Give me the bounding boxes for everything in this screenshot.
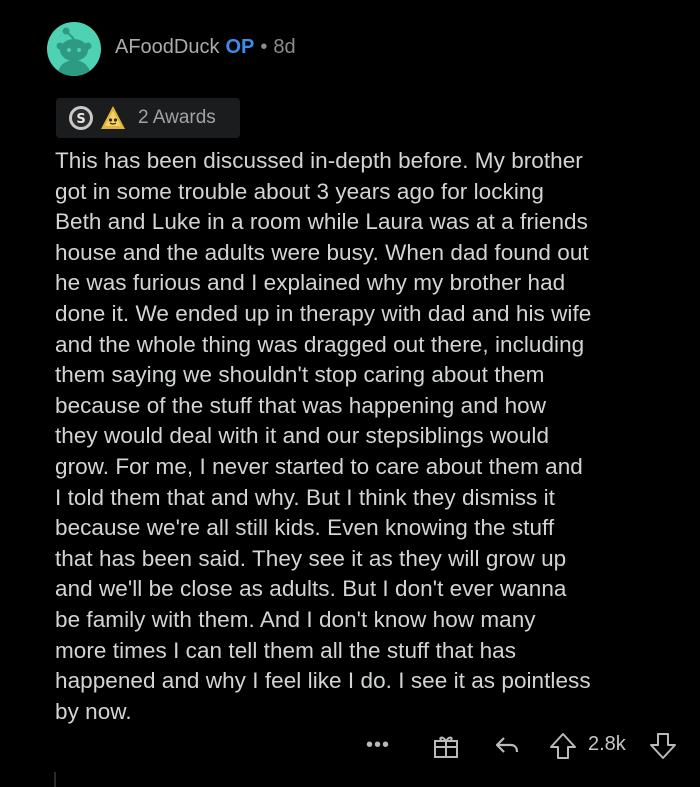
more-options-button[interactable]: •••: [366, 734, 390, 757]
awards-bar[interactable]: S 2 Awards: [56, 98, 240, 138]
awards-count: 2 Awards: [138, 107, 216, 128]
snoo-icon: [56, 27, 92, 76]
downvote-button[interactable]: [648, 731, 678, 761]
upvote-icon: [550, 733, 576, 759]
comment-meta: AFoodDuck OP • 8d: [115, 36, 296, 59]
gift-icon: [434, 736, 458, 758]
downvote-icon: [650, 733, 676, 759]
comment-header: AFoodDuck OP • 8d: [47, 22, 296, 76]
gift-button[interactable]: [432, 732, 460, 760]
comment-actions: ••• 2.8k: [0, 728, 700, 764]
comment-body: This has been discussed in-depth before.…: [55, 148, 592, 724]
comment: AFoodDuck OP • 8d S 2 Awards This has be…: [0, 0, 700, 787]
reply-button[interactable]: [493, 732, 521, 760]
op-badge: OP: [225, 35, 255, 58]
reply-icon: [495, 737, 519, 753]
thread-line[interactable]: [54, 772, 56, 787]
helpful-award-icon: [101, 106, 125, 129]
avatar[interactable]: [47, 22, 101, 76]
comment-age: 8d: [273, 35, 296, 58]
username[interactable]: AFoodDuck: [115, 36, 220, 59]
upvote-button[interactable]: [548, 731, 578, 761]
silver-award-icon: S: [69, 106, 93, 130]
svg-text:S: S: [76, 112, 85, 127]
meta-separator: •: [260, 35, 268, 58]
vote-score: 2.8k: [588, 733, 626, 755]
